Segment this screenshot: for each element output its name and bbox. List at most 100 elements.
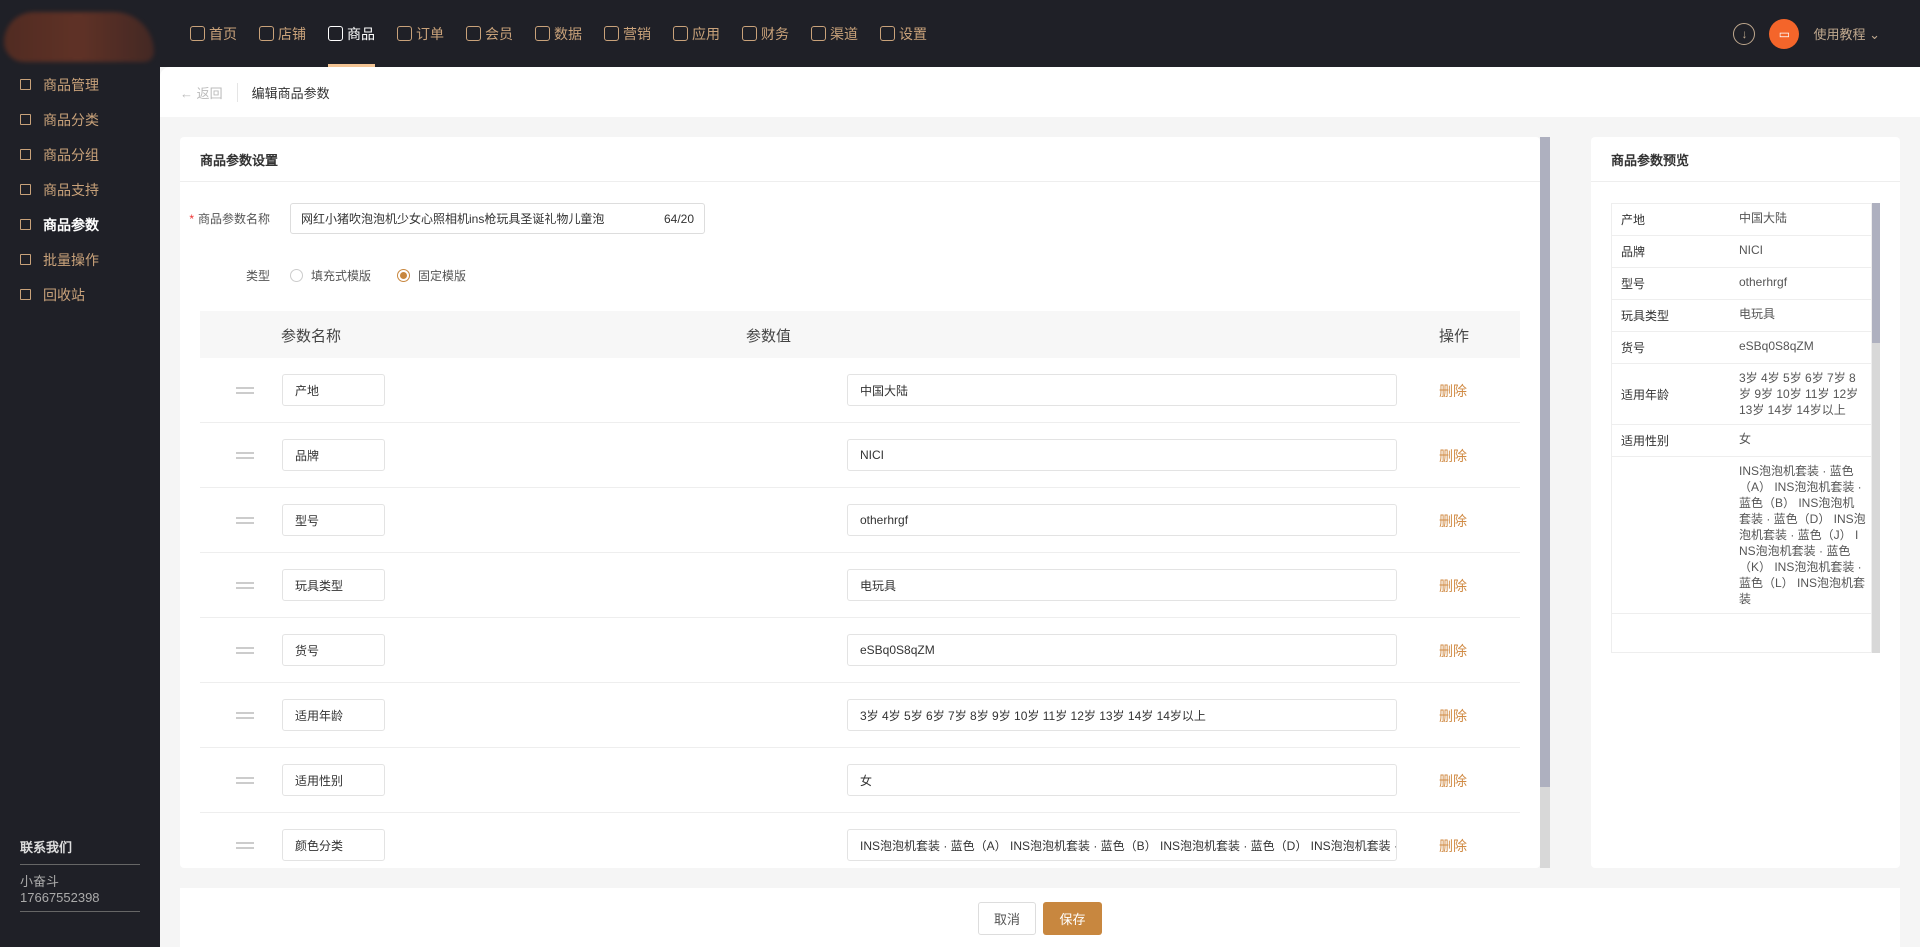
main-scrollbar[interactable] xyxy=(1540,137,1550,868)
sidebar-item-2[interactable]: 商品分组 xyxy=(0,137,160,172)
delete-button[interactable]: 删除 xyxy=(1439,511,1467,531)
finance-icon xyxy=(742,26,757,41)
table-row: 颜色分类 INS泡泡机套装 · 蓝色（A） INS泡泡机套装 · 蓝色（B） IN… xyxy=(200,813,1520,868)
param-name-input[interactable]: 颜色分类 xyxy=(282,829,385,861)
radio-icon xyxy=(290,269,303,282)
menu-icon xyxy=(20,149,31,160)
sidebar-item-0[interactable]: 商品管理 xyxy=(0,67,160,102)
preview-row: 型号 otherhrgf xyxy=(1612,268,1871,300)
param-name: 货号 xyxy=(295,643,320,658)
drag-handle-icon[interactable] xyxy=(236,582,254,589)
home-icon xyxy=(190,26,205,41)
nav-9[interactable]: 渠道 xyxy=(811,0,858,67)
preview-key: 品牌 xyxy=(1621,245,1646,259)
param-value-input[interactable]: 中国大陆 xyxy=(847,374,1397,406)
drag-handle-icon[interactable] xyxy=(236,712,254,719)
tag-icon xyxy=(604,26,619,41)
preview-scrollbar[interactable] xyxy=(1872,203,1880,653)
delete-button[interactable]: 删除 xyxy=(1439,771,1467,791)
drag-handle-icon[interactable] xyxy=(236,842,254,849)
name-value: 网红小猪吹泡泡机少女心照相机ins枪玩具圣诞礼物儿童泡 xyxy=(301,212,605,226)
nav-10[interactable]: 设置 xyxy=(880,0,927,67)
delete-button[interactable]: 删除 xyxy=(1439,641,1467,661)
tutorial-menu[interactable]: 使用教程 ⌄ xyxy=(1813,24,1880,43)
param-name-input[interactable]: 品牌 xyxy=(282,439,385,471)
param-name-input[interactable]: 适用性别 xyxy=(282,764,385,796)
user-icon xyxy=(466,26,481,41)
logo xyxy=(4,12,154,62)
menu-icon xyxy=(20,114,31,125)
drag-handle-icon[interactable] xyxy=(236,452,254,459)
nav-2[interactable]: 商品 xyxy=(328,0,375,67)
sidebar-item-1[interactable]: 商品分类 xyxy=(0,102,160,137)
preview-value: otherhrgf xyxy=(1739,275,1788,289)
breadcrumb: ← 返回 编辑商品参数 xyxy=(160,67,1920,117)
store-avatar[interactable]: ▭ xyxy=(1769,18,1800,49)
delete-button[interactable]: 删除 xyxy=(1439,706,1467,726)
param-name-input[interactable]: 产地 xyxy=(282,374,385,406)
cancel-button[interactable]: 取消 xyxy=(978,902,1036,935)
param-name-input[interactable]: 玩具类型 xyxy=(282,569,385,601)
type-radio-0[interactable]: 填充式模版 xyxy=(290,267,371,284)
nav-label: 营销 xyxy=(623,25,651,42)
nav-3[interactable]: 订单 xyxy=(397,0,444,67)
nav-5[interactable]: 数据 xyxy=(535,0,582,67)
main-nav: 首页 店铺 商品 订单 会员 数据 营销 应用 财务 渠道 设置 xyxy=(190,0,949,67)
drag-handle-icon[interactable] xyxy=(236,647,254,654)
sidebar-item-4[interactable]: 商品参数 xyxy=(0,207,160,242)
menu-icon xyxy=(20,79,31,90)
param-value-input[interactable]: NICI xyxy=(847,439,1397,471)
param-value-input[interactable]: 女 xyxy=(847,764,1397,796)
type-radio-1[interactable]: 固定模版 xyxy=(397,267,466,284)
preview-value: INS泡泡机套装 · 蓝色（A） INS泡泡机套装 · 蓝色（B） INS泡泡机… xyxy=(1739,464,1866,606)
nav-4[interactable]: 会员 xyxy=(466,0,513,67)
delete-button[interactable]: 删除 xyxy=(1439,446,1467,466)
table-row: 货号 eSBq0S8qZM 删除 xyxy=(200,618,1520,683)
preview-row: 适用性别 女 xyxy=(1612,425,1871,457)
chevron-down-icon: ⌄ xyxy=(1869,27,1880,42)
param-value: 中国大陆 xyxy=(860,383,909,398)
sidebar-label: 批量操作 xyxy=(43,251,99,268)
param-value-input[interactable]: eSBq0S8qZM xyxy=(847,634,1397,666)
nav-7[interactable]: 应用 xyxy=(673,0,720,67)
sidebar-label: 商品参数 xyxy=(43,216,99,233)
save-button[interactable]: 保存 xyxy=(1043,902,1102,935)
sidebar-label: 商品管理 xyxy=(43,76,99,93)
preview-key: 产地 xyxy=(1621,213,1646,227)
drag-handle-icon[interactable] xyxy=(236,387,254,394)
page-title: 编辑商品参数 xyxy=(251,85,330,101)
param-value-input[interactable]: 电玩具 xyxy=(847,569,1397,601)
sidebar-item-6[interactable]: 回收站 xyxy=(0,277,160,312)
nav-label: 渠道 xyxy=(830,25,858,42)
param-value: eSBq0S8qZM xyxy=(860,643,935,657)
param-name-input[interactable]: 网红小猪吹泡泡机少女心照相机ins枪玩具圣诞礼物儿童泡 64/20 xyxy=(290,203,705,234)
param-name-input[interactable]: 型号 xyxy=(282,504,385,536)
delete-button[interactable]: 删除 xyxy=(1439,381,1467,401)
download-icon[interactable]: ↓ xyxy=(1733,22,1756,45)
param-value-input[interactable]: 3岁 4岁 5岁 6岁 7岁 8岁 9岁 10岁 11岁 12岁 13岁 14岁… xyxy=(847,699,1397,731)
table-row: 适用性别 女 删除 xyxy=(200,748,1520,813)
drag-handle-icon[interactable] xyxy=(236,517,254,524)
param-name-input[interactable]: 适用年龄 xyxy=(282,699,385,731)
param-name: 适用年龄 xyxy=(295,708,344,723)
delete-button[interactable]: 删除 xyxy=(1439,576,1467,596)
param-value-input[interactable]: INS泡泡机套装 · 蓝色（A） INS泡泡机套装 · 蓝色（B） INS泡泡机… xyxy=(847,829,1397,861)
param-name-input[interactable]: 货号 xyxy=(282,634,385,666)
nav-8[interactable]: 财务 xyxy=(742,0,789,67)
param-value-input[interactable]: otherhrgf xyxy=(847,504,1397,536)
preview-row: 玩具类型 电玩具 xyxy=(1612,300,1871,332)
nav-0[interactable]: 首页 xyxy=(190,0,237,67)
contact-section: 联系我们 小奋斗 17667552398 xyxy=(20,837,140,912)
preview-value: eSBq0S8qZM xyxy=(1739,339,1814,353)
nav-1[interactable]: 店铺 xyxy=(259,0,306,67)
sidebar-item-5[interactable]: 批量操作 xyxy=(0,242,160,277)
delete-button[interactable]: 删除 xyxy=(1439,836,1467,856)
param-name: 颜色分类 xyxy=(295,838,344,853)
sidebar-item-3[interactable]: 商品支持 xyxy=(0,172,160,207)
drag-handle-icon[interactable] xyxy=(236,777,254,784)
nav-6[interactable]: 营销 xyxy=(604,0,651,67)
back-button[interactable]: ← 返回 xyxy=(180,82,238,102)
order-icon xyxy=(397,26,412,41)
channel-icon xyxy=(811,26,826,41)
preview-key: 颜色分类 xyxy=(1612,457,1734,613)
